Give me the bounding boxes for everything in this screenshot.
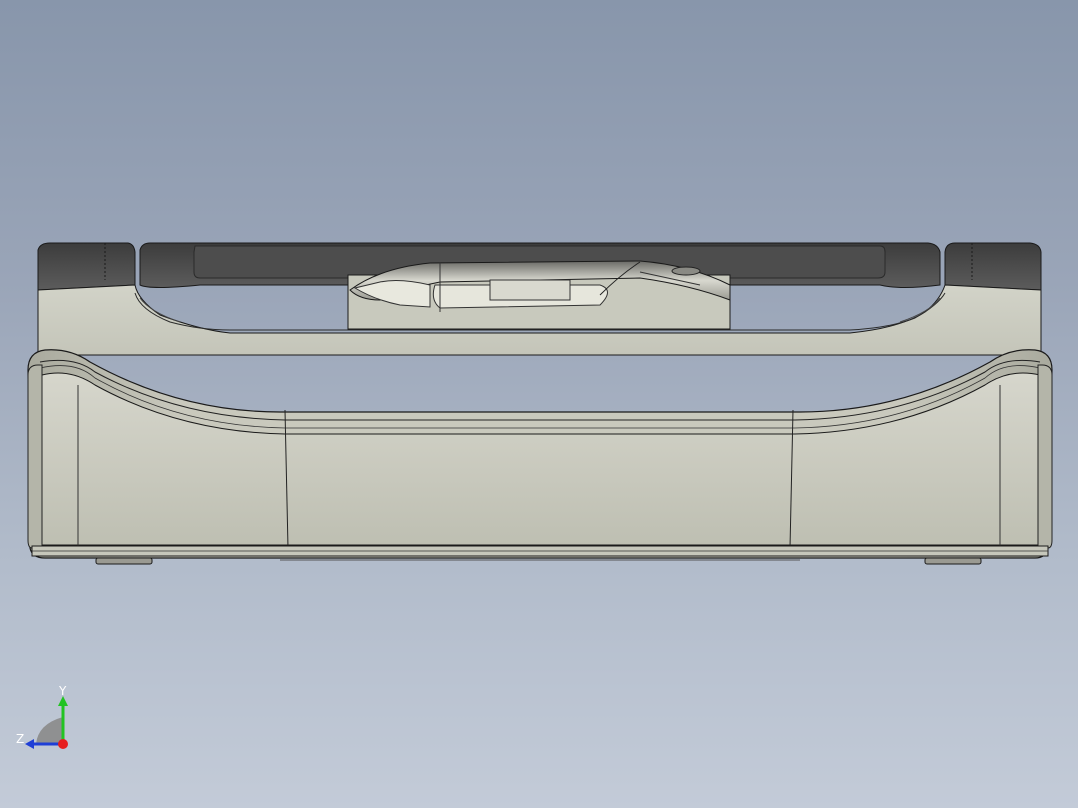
orientation-triad[interactable]: Y Z (10, 684, 80, 754)
triad-plane-icon (36, 717, 63, 744)
model-view[interactable] (0, 0, 1078, 808)
case-feet (95, 557, 982, 565)
y-axis-label: Y (58, 684, 67, 698)
graphics-viewport[interactable]: Y Z (0, 0, 1078, 808)
carry-handle[interactable] (347, 260, 731, 330)
x-axis-icon (58, 739, 68, 749)
z-axis-label: Z (16, 732, 24, 746)
case-body (27, 349, 1053, 559)
z-axis-arrow-icon (25, 739, 34, 749)
